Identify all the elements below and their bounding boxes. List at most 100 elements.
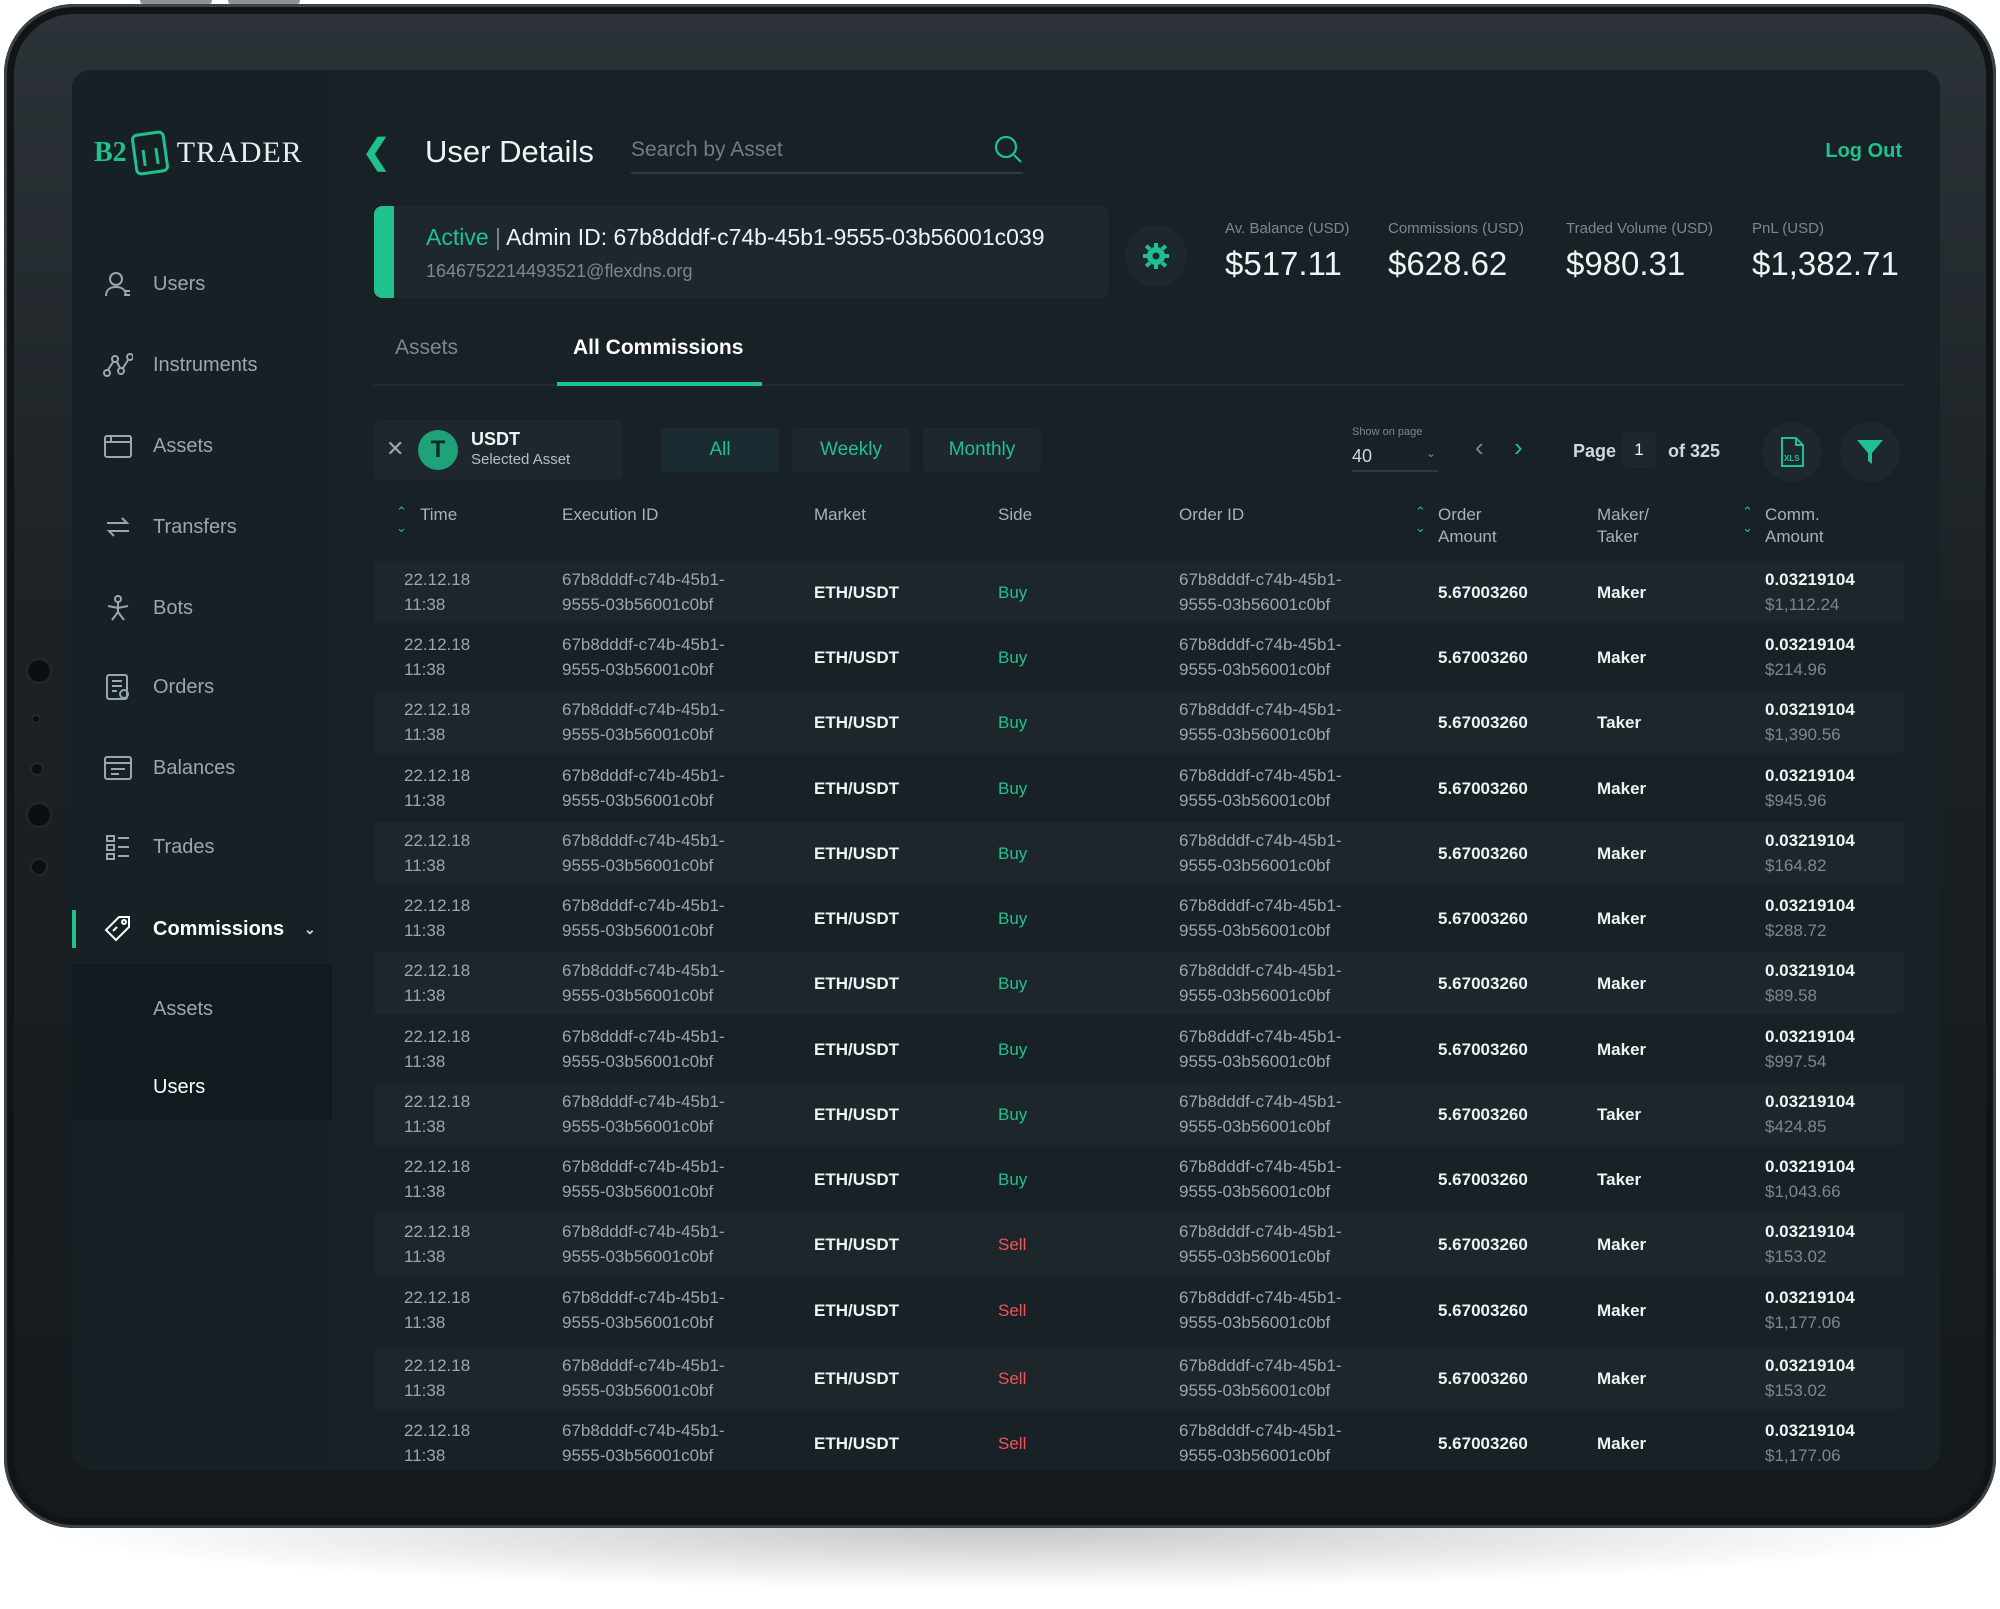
col-comm-amount-1[interactable]: Comm. bbox=[1765, 504, 1820, 526]
cell-execution-id: 67b8dddf-c74b-45b1- 9555-03b56001c0bf bbox=[562, 632, 725, 682]
sort-icon[interactable]: ⌃ ⌄ bbox=[1742, 504, 1753, 536]
table-row[interactable]: 22.12.18 11:38 67b8dddf-c74b-45b1- 9555-03b… bbox=[374, 887, 1904, 949]
table-row[interactable]: 22.12.18 11:38 67b8dddf-c74b-45b1- 9555-03b… bbox=[374, 822, 1904, 884]
cell-comm-usd: $424.85 bbox=[1765, 1117, 1827, 1136]
col-comm-amount-2[interactable]: Amount bbox=[1765, 526, 1824, 548]
settings-button[interactable] bbox=[1125, 225, 1187, 287]
col-time[interactable]: Time bbox=[420, 504, 457, 526]
table-row[interactable]: 22.12.18 11:38 67b8dddf-c74b-45b1- 9555-03b… bbox=[374, 1148, 1904, 1210]
cell-order-line: 9555-03b56001c0bf bbox=[1179, 1446, 1331, 1465]
table-row[interactable]: 22.12.18 11:38 67b8dddf-c74b-45b1- 9555-03b… bbox=[374, 1083, 1904, 1145]
cell-time-text: 11:38 bbox=[404, 660, 446, 679]
search-input[interactable]: Search by Asset bbox=[631, 128, 1023, 174]
cell-time: 22.12.18 11:38 bbox=[404, 697, 470, 747]
next-page-icon[interactable]: › bbox=[1514, 432, 1523, 463]
col-order-amount-2[interactable]: Amount bbox=[1438, 526, 1497, 548]
tab-all-commissions[interactable]: All Commissions bbox=[573, 336, 743, 360]
cell-order-amount: 5.67003260 bbox=[1438, 1434, 1528, 1453]
filter-button[interactable] bbox=[1840, 422, 1900, 482]
table-row[interactable]: 22.12.18 11:38 67b8dddf-c74b-45b1- 9555-03b… bbox=[374, 1279, 1904, 1341]
cell-exec-line: 67b8dddf-c74b-45b1- bbox=[562, 700, 725, 719]
cell-order-id: 67b8dddf-c74b-45b1- 9555-03b56001c0bf bbox=[1179, 697, 1342, 747]
tab-assets[interactable]: Assets bbox=[395, 336, 458, 360]
cell-side: Buy bbox=[998, 844, 1028, 863]
stat-label: Traded Volume (USD) bbox=[1566, 220, 1713, 237]
cell-exec-line: 67b8dddf-c74b-45b1- bbox=[562, 1027, 725, 1046]
cell-date-text: 22.12.18 bbox=[404, 831, 471, 850]
status-bar bbox=[374, 206, 394, 298]
cell-exec-line: 9555-03b56001c0bf bbox=[562, 856, 714, 875]
cell-time-text: 11:38 bbox=[404, 725, 446, 744]
sidebar-item-trades[interactable]: Trades bbox=[72, 822, 332, 872]
sort-icon[interactable]: ⌃ ⌄ bbox=[1415, 504, 1426, 536]
per-page-select[interactable]: 40 ⌄ bbox=[1352, 440, 1438, 472]
stat-commissions: Commissions (USD) $628.62 bbox=[1388, 220, 1524, 283]
orders-icon bbox=[102, 671, 134, 703]
page-number-input[interactable]: 1 bbox=[1622, 432, 1656, 468]
filter-all-button[interactable]: All bbox=[661, 428, 779, 472]
sidebar-item-transfers[interactable]: Transfers bbox=[72, 502, 332, 552]
tablet-frame: B2 TRADER Users Instruments Assets Trans… bbox=[4, 4, 1996, 1528]
stat-traded-volume: Traded Volume (USD) $980.31 bbox=[1566, 220, 1713, 283]
logout-link[interactable]: Log Out bbox=[1825, 140, 1902, 163]
sensor-dot bbox=[32, 860, 46, 874]
cell-side: Sell bbox=[998, 1235, 1027, 1254]
sort-icon[interactable]: ⌃ ⌄ bbox=[396, 504, 407, 536]
cell-side: Sell bbox=[998, 1434, 1027, 1453]
filter-icon bbox=[1857, 440, 1883, 464]
back-arrow-icon[interactable]: ❮ bbox=[362, 132, 391, 172]
table-row[interactable]: 22.12.18 11:38 67b8dddf-c74b-45b1- 9555-03b… bbox=[374, 757, 1904, 819]
search-icon[interactable] bbox=[993, 134, 1023, 164]
table-row[interactable]: 22.12.18 11:38 67b8dddf-c74b-45b1- 9555-03b… bbox=[374, 1018, 1904, 1080]
col-order-amount-1[interactable]: Order bbox=[1438, 504, 1481, 526]
table-row[interactable]: 22.12.18 11:38 67b8dddf-c74b-45b1- 9555-03b… bbox=[374, 952, 1904, 1014]
sidebar-item-balances[interactable]: Balances bbox=[72, 743, 332, 793]
table-row[interactable]: 22.12.18 11:38 67b8dddf-c74b-45b1- 9555-03b… bbox=[374, 1213, 1904, 1275]
cell-comm-amount: 0.03219104 bbox=[1765, 1288, 1855, 1307]
page-label: Page bbox=[1573, 441, 1617, 461]
cell-time: 22.12.18 11:38 bbox=[404, 1089, 470, 1139]
sidebar-item-orders[interactable]: Orders bbox=[72, 662, 332, 712]
cell-side: Buy bbox=[998, 1170, 1028, 1189]
filter-monthly-button[interactable]: Monthly bbox=[923, 428, 1041, 472]
sidebar-item-users[interactable]: Users bbox=[72, 259, 332, 309]
table-row[interactable]: 22.12.18 11:38 67b8dddf-c74b-45b1- 9555-03b… bbox=[374, 1412, 1904, 1470]
cell-comm-amount: 0.03219104 bbox=[1765, 1027, 1855, 1046]
cell-maker-taker: Maker bbox=[1597, 1040, 1647, 1059]
cell-maker-taker: Taker bbox=[1597, 713, 1642, 732]
sidebar-item-bots[interactable]: Bots bbox=[72, 583, 332, 633]
cell-order-id: 67b8dddf-c74b-45b1- 9555-03b56001c0bf bbox=[1179, 567, 1342, 617]
selected-asset-chip[interactable]: ✕ T USDT Selected Asset bbox=[374, 420, 622, 480]
close-icon[interactable]: ✕ bbox=[386, 436, 404, 462]
cell-date-text: 22.12.18 bbox=[404, 1288, 471, 1307]
cell-order-amount: 5.67003260 bbox=[1438, 1040, 1528, 1059]
cell-exec-line: 9555-03b56001c0bf bbox=[562, 1117, 714, 1136]
sidebar: B2 TRADER Users Instruments Assets Trans… bbox=[72, 70, 332, 1470]
cell-time-text: 11:38 bbox=[404, 1182, 446, 1201]
submenu-item-assets[interactable]: Assets bbox=[153, 998, 213, 1021]
stat-av-balance: Av. Balance (USD) $517.11 bbox=[1225, 220, 1350, 283]
export-xls-button[interactable]: XLS bbox=[1762, 422, 1822, 482]
cell-order-line: 67b8dddf-c74b-45b1- bbox=[1179, 896, 1342, 915]
table-row[interactable]: 22.12.18 11:38 67b8dddf-c74b-45b1- 9555-03b… bbox=[374, 1347, 1904, 1409]
cell-market: ETH/USDT bbox=[814, 713, 899, 732]
cell-market: ETH/USDT bbox=[814, 1105, 899, 1124]
sidebar-item-assets[interactable]: Assets bbox=[72, 421, 332, 471]
cell-order-line: 9555-03b56001c0bf bbox=[1179, 921, 1331, 940]
sidebar-item-commissions[interactable]: Commissions ⌄ bbox=[72, 904, 332, 954]
submenu-item-users[interactable]: Users bbox=[153, 1076, 205, 1099]
prev-page-icon[interactable]: ‹ bbox=[1475, 432, 1484, 463]
table-row[interactable]: 22.12.18 11:38 67b8dddf-c74b-45b1- 9555-03b… bbox=[374, 691, 1904, 753]
cell-time-text: 11:38 bbox=[404, 856, 446, 875]
cell-time: 22.12.18 11:38 bbox=[404, 828, 470, 878]
app-logo[interactable]: B2 TRADER bbox=[94, 128, 303, 178]
cell-execution-id: 67b8dddf-c74b-45b1- 9555-03b56001c0bf bbox=[562, 1154, 725, 1204]
cell-order-amount: 5.67003260 bbox=[1438, 1235, 1528, 1254]
table-row[interactable]: 22.12.18 11:38 67b8dddf-c74b-45b1- 9555-03b… bbox=[374, 561, 1904, 623]
filter-weekly-button[interactable]: Weekly bbox=[792, 428, 910, 472]
cell-comm-amount: 0.03219104 bbox=[1765, 1222, 1855, 1241]
sidebar-item-instruments[interactable]: Instruments bbox=[72, 340, 332, 390]
table-row[interactable]: 22.12.18 11:38 67b8dddf-c74b-45b1- 9555-03b… bbox=[374, 626, 1904, 688]
cell-comm-usd: $153.02 bbox=[1765, 1381, 1827, 1400]
cell-side: Buy bbox=[998, 1105, 1028, 1124]
